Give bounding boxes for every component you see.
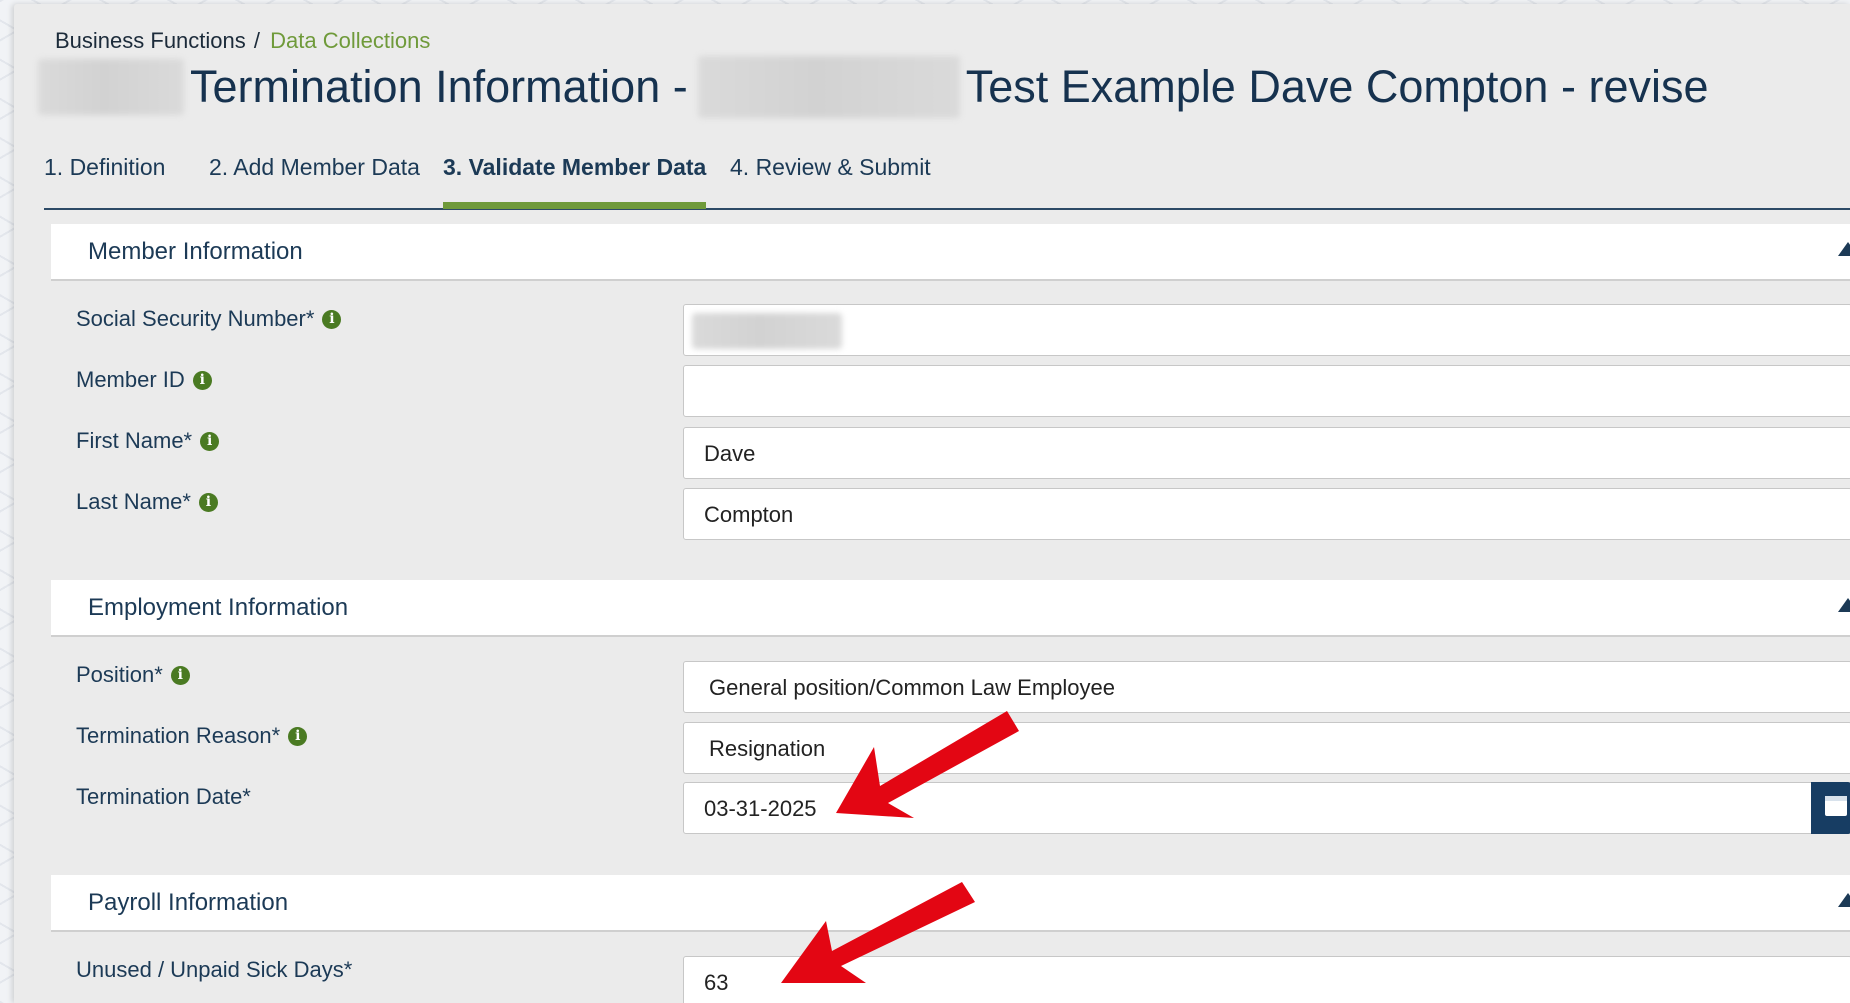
annotation-arrow: [836, 711, 1019, 818]
annotation-arrow: [781, 882, 975, 983]
annotation-arrows: [781, 711, 1019, 983]
